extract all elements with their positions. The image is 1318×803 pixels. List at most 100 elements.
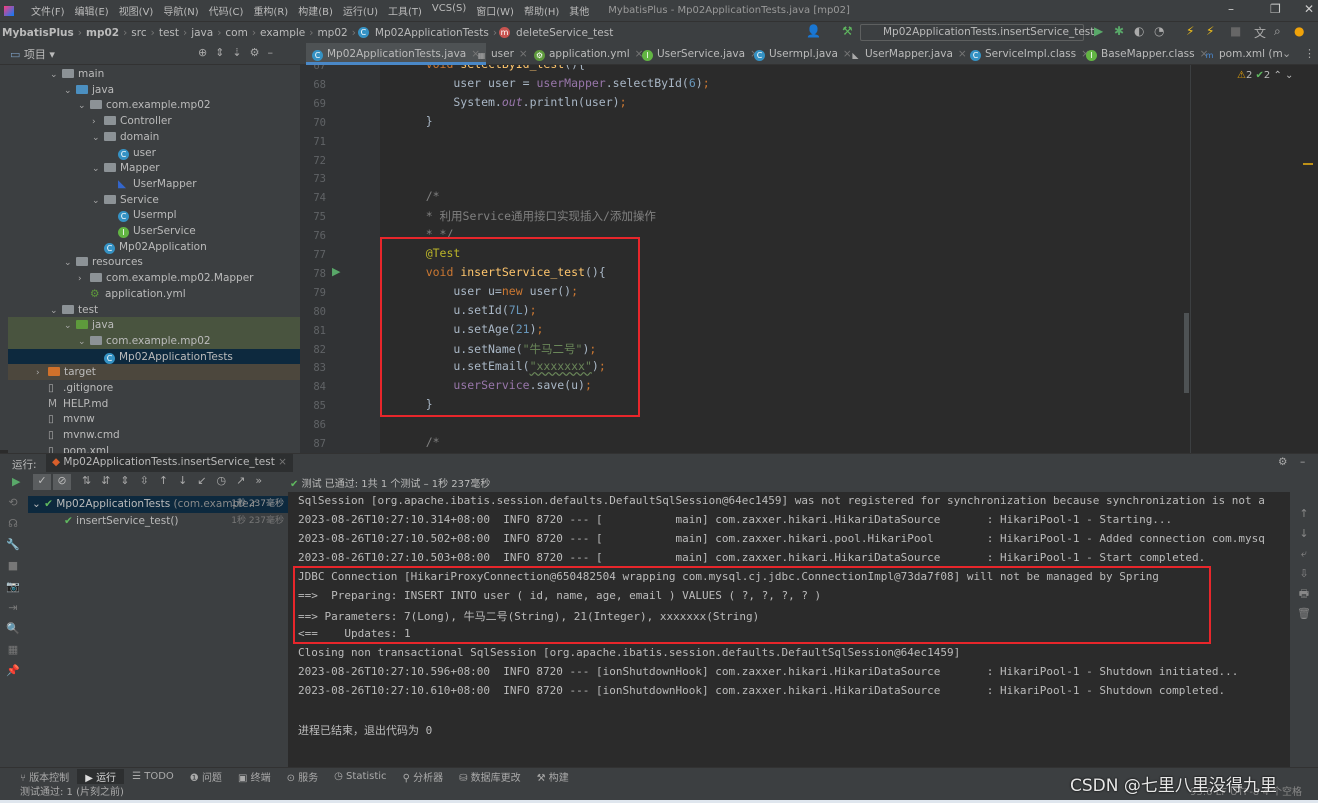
chevron-icon[interactable]: ⌄ [92,193,104,209]
tree-item-user[interactable]: Cuser [8,145,300,161]
chevron-icon[interactable]: ⌄ [64,83,76,99]
test-case-row[interactable]: ✔ insertService_test() 1秒 237毫秒 [28,513,288,530]
close-tab-icon[interactable]: × [278,456,287,468]
code-line[interactable]: void selectById_test(){ [398,65,585,71]
run-tab[interactable]: ◆ Mp02ApplicationTests.insertService_tes… [46,454,293,473]
breadcrumb-item[interactable]: example [258,27,307,39]
breadcrumb-item[interactable]: mp02 [84,27,121,39]
tool-window-6[interactable]: ◷ Statistic [326,771,394,782]
inspection-widget[interactable]: ⚠2 ✔2 ⌃ ⌄ [1237,70,1293,81]
tree-item-usermapper[interactable]: ◣ UserMapper [8,176,300,192]
more-icon[interactable]: ⋮ [1304,47,1315,60]
breadcrumb-item[interactable]: com [223,27,249,39]
menu-item[interactable]: 其他 [564,3,594,18]
profile-icon[interactable]: ◔ [1154,24,1164,38]
tree-item-target[interactable]: › target [8,364,300,381]
tree-item-main[interactable]: ⌄ main [8,66,300,82]
tool-window-1[interactable]: ▶ 运行 [77,769,125,784]
menu-item[interactable]: 编辑(E) [70,3,114,18]
tree-item--gitignore[interactable]: ▯ .gitignore [8,380,300,396]
code-line[interactable]: * 利用Service通用接口实现插入/添加操作 [398,208,656,224]
settings-gear-icon[interactable]: ⚙ [1278,456,1287,468]
code-line[interactable]: /* [398,189,440,203]
menu-item[interactable]: 窗口(W) [471,3,519,18]
tree-item-java[interactable]: ⌄ java [8,82,300,98]
chevron-icon[interactable]: ⌄ [64,318,76,334]
tree-item-java[interactable]: ⌄ java [8,317,300,334]
chevron-icon[interactable]: › [92,114,104,130]
tree-item-test[interactable]: ⌄ test [8,302,300,318]
code-line[interactable]: } [398,114,433,128]
close-button[interactable]: ✕ [1304,2,1314,16]
rerun-icon[interactable]: ▶ [12,475,20,488]
debug-icon[interactable]: ✱ [1114,24,1124,38]
editor-tab[interactable]: C Usermpl.java × [748,43,858,65]
run-icon[interactable]: ▶ [1094,24,1103,38]
tree-item-help-md[interactable]: M HELP.md [8,396,300,412]
code-line[interactable]: user user = userMapper.selectById(6); [398,76,709,90]
breadcrumb-item[interactable]: MybatisPlus [0,27,76,39]
project-toolbar-icons[interactable]: ⊕⇕⇣⚙– [198,46,281,59]
user-icon[interactable]: 👤 [806,24,821,38]
code-line[interactable]: System.out.println(user); [398,95,626,109]
hotswap-all-icon[interactable]: ⚡ [1206,24,1214,38]
breadcrumb-item[interactable]: Mp02ApplicationTests [373,27,491,39]
editor-tab[interactable]: IUserService.java× [636,43,765,65]
tree-item-mp02applicationtests[interactable]: C Mp02ApplicationTests [8,348,300,365]
breadcrumb-item[interactable]: src [129,27,148,39]
run-side-icons[interactable]: ⟲ ☊ 🔧 ■ 📷 ⇥ 🔍 ▦ 📌 [0,492,26,767]
editor-tab[interactable]: I BaseMapper.class × [1080,43,1214,65]
hide-panel-icon[interactable]: – [1300,456,1305,468]
tool-window-0[interactable]: ⑂ 版本控制 [12,769,77,784]
chevron-icon[interactable]: ⌄ [92,161,104,177]
test-suite-row[interactable]: ⌄ ✔ Mp02ApplicationTests (com.example.r 1… [28,496,288,513]
chevron-icon[interactable]: ⌄ [92,130,104,146]
show-passed-toggle[interactable]: ✓ [33,474,51,490]
tool-window-2[interactable]: ☰ TODO [124,771,182,782]
chevron-icon[interactable]: ⌄ [78,98,90,114]
chevron-icon[interactable]: ⌄ [50,303,62,319]
close-tab-icon[interactable]: × [519,48,528,60]
editor-tab[interactable]: C Mp02ApplicationTests.java × [306,43,487,65]
tree-item-userservice[interactable]: I UserService [8,223,300,239]
menu-item[interactable]: 导航(N) [158,3,203,18]
tree-item-mp02application[interactable]: C Mp02Application [8,239,300,255]
menu-item[interactable]: 构建(B) [293,3,338,18]
breadcrumb-item[interactable]: java [189,27,215,39]
project-view-selector[interactable]: ▭ 项目 ▾ [10,46,55,62]
breadcrumb-item[interactable]: mp02 [315,27,349,39]
tree-item-usermpl[interactable]: C Usermpl [8,207,300,223]
tree-item-resources[interactable]: ⌄ resources [8,254,300,270]
tool-window-3[interactable]: ❶ 问题 [182,769,230,784]
tree-item-com-example-mp02[interactable]: ⌄ com.example.mp02 [8,332,300,350]
update-icon[interactable]: ● [1294,24,1304,38]
chevron-icon[interactable]: ⌄ [78,334,90,350]
breadcrumb-item[interactable]: test [157,27,181,39]
tree-item-pom-xml[interactable]: ▯ pom.xml [8,443,300,453]
hotswap-icon[interactable]: ⚡ [1186,24,1194,38]
build-hammer-icon[interactable]: ⚒ [842,24,853,38]
tool-window-4[interactable]: ▣ 终端 [230,769,279,784]
tab-list-chevron-icon[interactable]: ⌄ [1282,47,1291,60]
maximize-button[interactable]: ❐ [1270,2,1281,16]
console-side-toolbar[interactable]: ↑ ↓ ⤶ ⇩ 🖶 🗑 [1290,492,1318,767]
test-toolbar-icons[interactable]: ⇅⇵⇕⇳↑↓↙◷↗» [82,474,272,487]
tree-item-mapper[interactable]: ⌄ Mapper [8,160,300,176]
editor-tab[interactable]: ◣ UserMapper.java × [844,43,973,65]
tree-item-service[interactable]: ⌄ Service [8,192,300,208]
editor-tab[interactable]: ▦ user × [470,43,534,65]
menu-item[interactable]: 代码(C) [204,3,249,18]
menu-item[interactable]: 视图(V) [114,3,159,18]
console-output[interactable]: SqlSession [org.apache.ibatis.session.de… [290,492,1290,767]
tool-window-9[interactable]: ⚒ 构建 [529,769,577,784]
run-test-gutter-icon[interactable]: ▶ [332,265,340,278]
code-line[interactable]: /* [398,435,440,449]
code-editor[interactable]: 67 68 69 70 71 72 73 74 75 76 77 78 79 80 81 82 83 84 85 86… [300,65,1190,453]
tool-window-8[interactable]: ⛁ 数据库更改 [451,769,529,784]
menu-item[interactable]: 帮助(H) [519,3,564,18]
run-config-select[interactable]: Mp02ApplicationTests.insertService_test▾ [860,24,1094,53]
chevron-icon[interactable]: ⌄ [50,67,62,83]
tool-window-7[interactable]: ⚲ 分析器 [395,769,452,784]
menu-item[interactable]: 重构(R) [248,3,293,18]
editor-tab[interactable]: m pom.xml (m [1198,43,1289,65]
